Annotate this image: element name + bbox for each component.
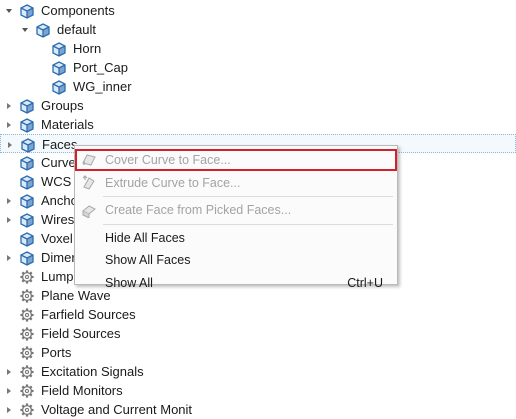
cube-icon [51,41,67,57]
gear-icon [19,288,35,304]
cube-icon [19,231,35,247]
tree-item[interactable]: Materials [0,115,516,134]
gear-icon [19,345,35,361]
tree-item[interactable]: Ports [0,343,516,362]
tree-item-label: Excitation Signals [41,364,144,379]
tree-item-label: Ports [41,345,72,360]
tree-item[interactable]: Farfield Sources [0,305,516,324]
extrude-face-icon [81,174,97,191]
menu-item-extrude-curve-to-face[interactable]: Extrude Curve to Face... [75,172,397,194]
menu-item-shortcut: Ctrl+U [347,275,383,290]
cube-icon [19,250,35,266]
menu-separator [103,223,393,225]
cube-icon [19,3,35,19]
tree-item-label: WG_inner [73,79,132,94]
tree-item-label: Farfield Sources [41,307,136,322]
cube-icon [19,155,35,171]
expand-arrow-icon[interactable] [3,191,15,210]
tree-item-label: Curve [41,155,76,170]
cube-icon [19,193,35,209]
expand-arrow-icon[interactable] [3,248,15,267]
tree-item-label: Voltage and Current Monit [41,402,193,417]
tree-item-label: Field Monitors [41,383,123,398]
menu-item-show-all[interactable]: Show All Ctrl+U [75,272,397,294]
menu-item-label: Show All Faces [105,253,191,267]
gear-icon [19,383,35,399]
menu-item-hide-all-faces[interactable]: Hide All Faces [75,227,397,249]
tree-item-label: Wires [41,212,75,227]
tree-item-label: Faces [42,137,78,152]
gear-icon [19,364,35,380]
menu-item-show-all-faces[interactable]: Show All Faces [75,249,397,271]
tree-item-label: Groups [41,98,84,113]
cube-icon [19,117,35,133]
cube-icon [19,212,35,228]
tree-item[interactable]: Groups [0,96,516,115]
tree-item-label: Port_Cap [73,60,128,75]
tree-item-label: WCS [41,174,72,189]
menu-item-label: Extrude Curve to Face... [105,175,241,190]
tree-item-label: Components [41,3,115,18]
expand-arrow-icon[interactable] [3,381,15,400]
menu-item-label: Hide All Faces [105,230,185,245]
menu-item-label: Create Face from Picked Faces... [105,203,292,217]
menu-item-label: Cover Curve to Face... [105,153,231,167]
expand-arrow-icon[interactable] [3,210,15,229]
context-menu: Cover Curve to Face... Extrude Curve to F… [74,145,398,290]
tree-item[interactable]: default [0,20,516,39]
expand-arrow-icon[interactable] [3,362,15,381]
expand-arrow-icon[interactable] [4,135,16,154]
collapse-arrow-icon[interactable] [19,20,31,39]
cube-icon [51,79,67,95]
tree-item-label: Ancho [41,193,78,208]
tree-item-label: Voxel [41,231,73,246]
tree-item-label: Horn [73,41,102,56]
tree-item[interactable]: Components [0,1,516,20]
gear-icon [19,307,35,323]
cube-icon [20,137,36,153]
tree-item-label: Materials [41,117,94,132]
create-face-icon [81,202,97,219]
expand-arrow-icon[interactable] [3,96,15,115]
cube-icon [19,174,35,190]
tree-item[interactable]: Excitation Signals [0,362,516,381]
cube-icon [35,22,51,38]
expand-arrow-icon[interactable] [3,400,15,419]
menu-separator [103,196,393,197]
tree-item-label: Dimer [41,250,76,265]
gear-icon [19,269,35,285]
tree-item-label: Field Sources [41,326,121,341]
menu-item-cover-curve-to-face[interactable]: Cover Curve to Face... [75,149,397,171]
cube-icon [51,60,67,76]
gear-icon [19,326,35,342]
tree-item[interactable]: Field Sources [0,324,516,343]
tree-item[interactable]: Port_Cap [0,58,516,77]
expand-arrow-icon[interactable] [3,115,15,134]
cover-face-icon [81,152,97,168]
tree-item-label: default [57,22,97,37]
collapse-arrow-icon[interactable] [3,1,15,20]
tree-item[interactable]: WG_inner [0,77,516,96]
menu-item-create-face-from-picked-faces[interactable]: Create Face from Picked Faces... [75,199,397,221]
cube-icon [19,98,35,114]
tree-item[interactable]: Field Monitors [0,381,516,400]
gear-icon [19,402,35,418]
tree-item[interactable]: Horn [0,39,516,58]
menu-item-label: Show All [105,275,153,290]
tree-item[interactable]: Voltage and Current Monit [0,400,516,419]
